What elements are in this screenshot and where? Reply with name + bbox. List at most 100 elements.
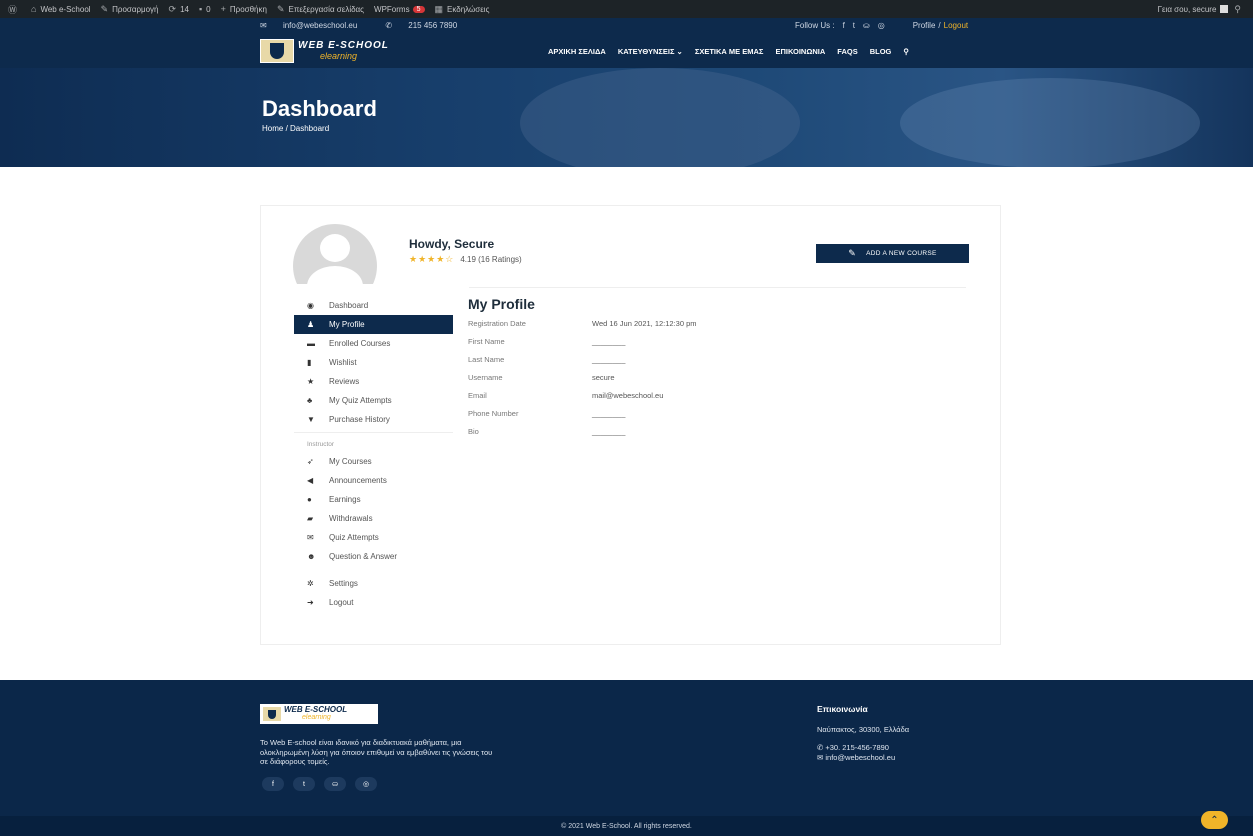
sidebar-item-dashboard[interactable]: ◉ Dashboard — [294, 296, 453, 315]
admin-bar-item[interactable]: ✎ Επεξεργασία σελίδας — [277, 4, 364, 15]
instagram-icon[interactable]: ◎ — [878, 21, 885, 30]
instructor-section-label: Instructor — [307, 440, 335, 448]
footer-twitter-icon[interactable]: t — [293, 777, 315, 791]
profile-link[interactable]: Profile — [913, 21, 936, 30]
sidebar-item-settings[interactable]: ✲ Settings — [294, 574, 453, 593]
dashboard-card: Howdy, Secure ★★★★☆ 4.19 (16 Ratings) ✎ … — [260, 205, 1001, 645]
top-phone[interactable]: ✆ 215 456 7890 — [385, 21, 471, 30]
wordpress-icon: Ⓦ — [8, 4, 18, 15]
admin-search-icon[interactable]: ⚲ — [1234, 4, 1241, 15]
profile-panel: My Profile Registration Date Wed 16 Jun 2… — [468, 296, 888, 440]
profile-field-label: Last Name — [468, 354, 505, 364]
contact-phone[interactable]: ✆ +30. 215-456-7890 — [817, 743, 909, 753]
chevron-up-icon: ⌃ — [1210, 814, 1219, 826]
user-rating: ★★★★☆ 4.19 (16 Ratings) — [409, 254, 522, 265]
logout-link[interactable]: Logout — [944, 21, 968, 30]
page-title: Dashboard — [262, 96, 377, 121]
admin-bar-item[interactable]: ⌂ Web e-School — [31, 4, 91, 14]
sidebar-item-label: Logout — [329, 598, 354, 607]
admin-bar-item[interactable]: ▪ 0 — [199, 4, 211, 14]
sidebar-item-question-answer[interactable]: ☻ Question & Answer — [294, 547, 453, 566]
customize-icon: ✎ — [100, 3, 109, 14]
sidebar-item-logout[interactable]: ➜ Logout — [294, 593, 453, 612]
sidebar-item-label: Quiz Attempts — [329, 533, 379, 542]
top-info-bar: ✉ info@webeschool.eu ✆ 215 456 7890 Foll… — [0, 18, 1253, 34]
sidebar-item-label: Purchase History — [329, 415, 390, 424]
nav-item[interactable]: ΑΡΧΙΚΗ ΣΕΛΙΔΑ — [548, 47, 606, 56]
quiz-icon: ♣ — [307, 396, 313, 405]
sidebar-item-purchase-history[interactable]: ▼ Purchase History — [294, 410, 453, 429]
admin-bar-label: Προσαρμογή — [112, 4, 159, 14]
sidebar-item-withdrawals[interactable]: ▰ Withdrawals — [294, 509, 453, 528]
wp-admin-bar: Ⓦ ⌂ Web e-School ✎ Προσαρμογή ⟳ 14 ▪ 0 + Προσθήκη ✎… — [0, 0, 1253, 18]
sidebar-item-reviews[interactable]: ★ Reviews — [294, 372, 453, 391]
profile-field-label: Bio — [468, 426, 479, 436]
contact-email[interactable]: ✉ info@webeschool.eu — [817, 753, 909, 763]
sidebar-item-my-quiz-attempts[interactable]: ♣ My Quiz Attempts — [294, 391, 453, 410]
copyright-text: © 2021 Web E-School. All rights reserved… — [561, 822, 692, 830]
admin-bar-label: 14 — [180, 4, 189, 14]
sidebar-item-my-courses[interactable]: ➶ My Courses — [294, 452, 453, 471]
search-icon[interactable]: ⚲ — [903, 47, 909, 56]
admin-bar-item[interactable]: ✎ Προσαρμογή — [101, 4, 159, 15]
admin-bar-item[interactable]: WPForms 5 — [374, 4, 425, 14]
logo-shield-icon — [260, 39, 294, 63]
courses-icon: ▬ — [307, 339, 315, 348]
admin-bar-label: Προσθήκη — [229, 4, 267, 14]
admin-bar-label: Web e-School — [40, 4, 91, 14]
profile-title: My Profile — [468, 296, 535, 312]
admin-avatar[interactable] — [1220, 5, 1229, 13]
admin-bar-item[interactable]: + Προσθήκη — [221, 4, 267, 14]
breadcrumb[interactable]: Home / Dashboard — [262, 124, 329, 133]
follow-label: Follow Us : — [795, 21, 835, 30]
nav-item[interactable]: BLOG — [870, 47, 892, 56]
cart-icon: ▼ — [307, 415, 315, 424]
earnings-icon: ● — [307, 495, 312, 504]
sidebar-item-label: My Profile — [329, 320, 365, 329]
footer-instagram-icon[interactable]: ◎ — [355, 777, 377, 791]
sidebar-item-label: Question & Answer — [329, 552, 398, 561]
admin-bar-label: WPForms — [374, 4, 410, 14]
top-email[interactable]: ✉ info@webeschool.eu — [260, 21, 371, 30]
sidebar-item-announcements[interactable]: ◀ Announcements — [294, 471, 453, 490]
sidebar-item-my-profile[interactable]: ♟ My Profile — [294, 315, 453, 334]
scroll-to-top-button[interactable]: ⌃ — [1201, 811, 1228, 829]
site-icon: ⌂ — [31, 4, 37, 14]
profile-field-value: secure — [592, 372, 615, 382]
admin-bar-item[interactable]: ⟳ 14 — [169, 4, 189, 15]
admin-greeting[interactable]: Γεια σου, secure — [1158, 5, 1217, 14]
sidebar-item-label: Enrolled Courses — [329, 339, 391, 348]
contact-title: Επικοινωνία — [817, 704, 868, 714]
sidebar-item-wishlist[interactable]: ▮ Wishlist — [294, 353, 453, 372]
add-course-button[interactable]: ✎ ADD A NEW COURSE — [816, 244, 969, 263]
footer-logo[interactable]: WEB E-SCHOOL elearning — [260, 704, 378, 724]
sidebar-item-earnings[interactable]: ● Earnings — [294, 490, 453, 509]
sidebar-item-label: Dashboard — [329, 301, 369, 310]
profile-field-value: Wed 16 Jun 2021, 12:12:30 pm — [592, 318, 697, 328]
nav-item[interactable]: ΕΠΙΚΟΙΝΩΝΙΑ — [775, 47, 825, 56]
twitter-icon[interactable]: t — [853, 21, 855, 30]
youtube-icon[interactable]: ⛀ — [863, 21, 870, 30]
nav-item[interactable]: FAQS — [837, 47, 857, 56]
site-logo[interactable]: WEB E-SCHOOL elearning — [260, 39, 389, 63]
profile-field-value: ________ — [592, 426, 626, 436]
sidebar-item-enrolled-courses[interactable]: ▬ Enrolled Courses — [294, 334, 453, 353]
mail-icon: ✉ — [260, 21, 269, 30]
qa-icon: ☻ — [307, 552, 316, 561]
footer-youtube-icon[interactable]: ⛀ — [324, 777, 346, 791]
contact-address: Ναύπακτος, 30300, Ελλάδα — [817, 725, 910, 734]
nav-item[interactable]: ΚΑΤΕΥΘΥΝΣΕΙΣ ⌄ — [618, 47, 683, 56]
user-icon: ♟ — [307, 320, 315, 329]
sidebar-item-label: Reviews — [329, 377, 360, 386]
user-greeting: Howdy, Secure — [409, 237, 495, 251]
admin-bar-item[interactable]: Ⓦ — [8, 3, 21, 16]
profile-row: Bio ________ — [468, 422, 888, 440]
facebook-icon[interactable]: f — [843, 21, 845, 30]
profile-field-label: Registration Date — [468, 318, 526, 328]
footer-facebook-icon[interactable]: f — [262, 777, 284, 791]
admin-bar-item[interactable]: ▦ Εκδηλώσεις — [435, 4, 490, 15]
nav-item[interactable]: ΣΧΕΤΙΚΑ ΜΕ ΕΜΑΣ — [695, 47, 764, 56]
megaphone-icon: ◀ — [307, 476, 314, 485]
sidebar-item-quiz-attempts[interactable]: ✉ Quiz Attempts — [294, 528, 453, 547]
page-hero: Dashboard Home / Dashboard — [0, 68, 1253, 167]
